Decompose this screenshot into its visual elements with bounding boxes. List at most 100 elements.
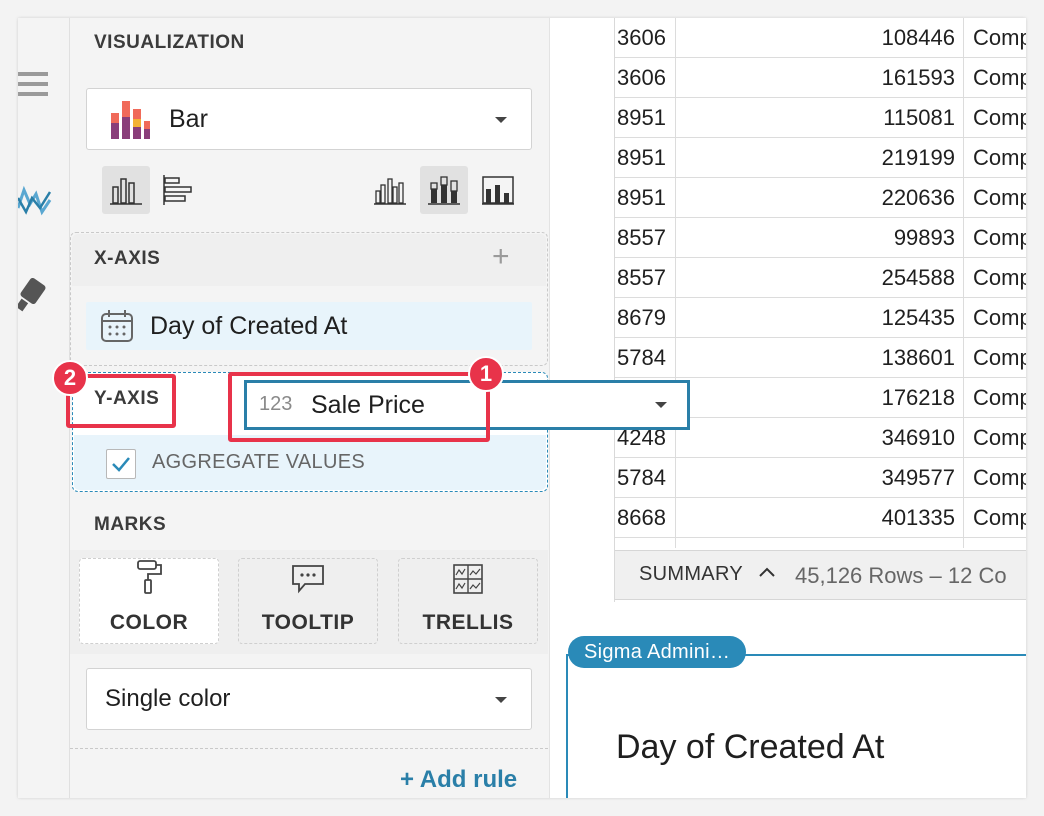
stacked-bars-icon: [428, 176, 460, 205]
menu-icon[interactable]: [18, 66, 52, 106]
table-cell: Comp: [973, 385, 1026, 410]
card-owner-tag[interactable]: Sigma Admini…: [568, 636, 747, 668]
visualization-title: VISUALIZATION: [94, 32, 245, 53]
chevron-down-icon: [495, 697, 507, 703]
grouped-bars-toggle[interactable]: [366, 166, 414, 214]
table-row[interactable]: 8951 220636 Comp: [615, 178, 1026, 218]
stacked-bars-toggle[interactable]: [420, 166, 468, 214]
annotation-badge-1: 1: [468, 356, 504, 392]
table-cell: 5784: [617, 465, 666, 490]
paint-roller-icon: [134, 560, 164, 599]
aggregate-values-row: AGGREGATE VALUES: [74, 435, 546, 490]
trellis-icon: [453, 564, 483, 599]
table-cell: 108446: [881, 25, 955, 50]
table-cell: 401335: [881, 505, 955, 530]
table-cell: 8951: [617, 185, 666, 210]
table-cell: 349577: [881, 465, 955, 490]
table-cell: 99893: [893, 225, 955, 250]
table-cell: 115081: [883, 105, 955, 130]
table-cell: 5784: [617, 345, 666, 370]
table-row[interactable]: 8679 125435 Comp: [615, 298, 1026, 338]
table-cell: Comp: [973, 265, 1026, 290]
table-cell: 8557: [617, 265, 666, 290]
table-cell: 220636: [881, 185, 955, 210]
data-table: 3606 108446 Comp 3606 161593 Comp 8951 115081 Co…: [614, 18, 1026, 602]
table-cell: 8679: [617, 305, 666, 330]
color-mode-value: Single color: [105, 685, 231, 712]
summary-counts: 45,126 Rows – 12 Co: [795, 563, 1007, 588]
table-row[interactable]: 8557 254588 Comp: [615, 258, 1026, 298]
bar-chart-color-icon: [109, 99, 151, 144]
divider: [70, 748, 548, 749]
chart-type-value: Bar: [169, 105, 208, 133]
tab-trellis-label: TRELLIS: [422, 611, 514, 634]
summary-label: SUMMARY: [639, 563, 743, 585]
vertical-bars-toggle[interactable]: [102, 166, 150, 214]
table-cell: Comp: [973, 305, 1026, 330]
table-cell: Comp: [973, 345, 1026, 370]
xaxis-add-icon[interactable]: +: [492, 240, 510, 274]
checkmark-icon: [112, 457, 130, 472]
table-cell: Comp: [973, 225, 1026, 250]
tab-color[interactable]: COLOR: [79, 558, 219, 644]
table-row[interactable]: 5784 138601 Comp: [615, 338, 1026, 378]
aggregate-checkbox[interactable]: [106, 449, 136, 479]
marks-title: MARKS: [94, 514, 167, 535]
color-mode-select[interactable]: Single color: [86, 668, 532, 730]
chart-lines-icon[interactable]: [18, 178, 52, 218]
table-cell: 3606: [617, 65, 666, 90]
aggregate-values-label: AGGREGATE VALUES: [152, 451, 366, 473]
chart-type-select[interactable]: Bar: [86, 88, 532, 150]
table-cell: 346910: [881, 425, 955, 450]
table-cell: 176218: [881, 385, 955, 410]
chevron-up-icon: [757, 565, 777, 584]
full-stacked-bars-toggle[interactable]: [474, 166, 522, 214]
table-row[interactable]: 8668 401335 Comp: [615, 498, 1026, 538]
full-stacked-bars-icon: [482, 176, 514, 205]
table-row[interactable]: 8951 219199 Comp: [615, 138, 1026, 178]
paint-brush-icon[interactable]: [18, 276, 52, 316]
vertical-bars-icon: [110, 178, 142, 205]
table-row[interactable]: 3606 108446 Comp: [615, 18, 1026, 58]
app-frame: VISUALIZATION Bar X-AXIS + Day of Create…: [18, 18, 1026, 798]
tab-tooltip[interactable]: TOOLTIP: [238, 558, 378, 644]
table-cell: 3606: [617, 25, 666, 50]
annotation-badge-2: 2: [52, 360, 88, 396]
table-cell: 125435: [881, 305, 955, 330]
tab-tooltip-label: TOOLTIP: [261, 611, 355, 634]
tooltip-icon: [291, 564, 325, 599]
table-cell: 8668: [617, 505, 666, 530]
table-cell: Comp: [973, 465, 1026, 490]
table-cell: 161593: [881, 65, 955, 90]
grouped-bars-icon: [374, 178, 406, 205]
table-cell: 219199: [881, 145, 955, 170]
annotation-field-highlight: [228, 372, 490, 442]
table-cell: 8951: [617, 145, 666, 170]
chart-card[interactable]: Day of Created At: [566, 654, 1026, 798]
table-row[interactable]: 8557 99893 Comp: [615, 218, 1026, 258]
table-cell: Comp: [973, 185, 1026, 210]
tab-trellis[interactable]: TRELLIS: [398, 558, 538, 644]
chart-card-title: Day of Created At: [616, 728, 885, 766]
left-rail: [18, 18, 70, 798]
table-row[interactable]: 5784 349577 Comp: [615, 458, 1026, 498]
table-cell: Comp: [973, 65, 1026, 90]
table-cell: 8951: [617, 105, 666, 130]
table-cell: Comp: [973, 25, 1026, 50]
table-cell: Comp: [973, 425, 1026, 450]
table-cell: Comp: [973, 145, 1026, 170]
xaxis-title: X-AXIS: [94, 248, 161, 269]
add-rule-link[interactable]: + Add rule: [400, 766, 517, 794]
table-summary-bar[interactable]: SUMMARY 45,126 Rows – 12 Co: [615, 550, 1026, 600]
horizontal-bars-toggle[interactable]: [154, 166, 202, 214]
table-cell: Comp: [973, 505, 1026, 530]
table-cell: 254588: [881, 265, 955, 290]
horizontal-bars-icon: [163, 175, 192, 205]
table-cell: Comp: [973, 105, 1026, 130]
table-row[interactable]: 3606 161593 Comp: [615, 58, 1026, 98]
chevron-down-icon: [655, 402, 667, 408]
table-row[interactable]: 8951 115081 Comp: [615, 98, 1026, 138]
table-cell: 8557: [617, 225, 666, 250]
xaxis-field-chip[interactable]: Day of Created At: [86, 302, 532, 350]
calendar-icon: [100, 309, 134, 348]
